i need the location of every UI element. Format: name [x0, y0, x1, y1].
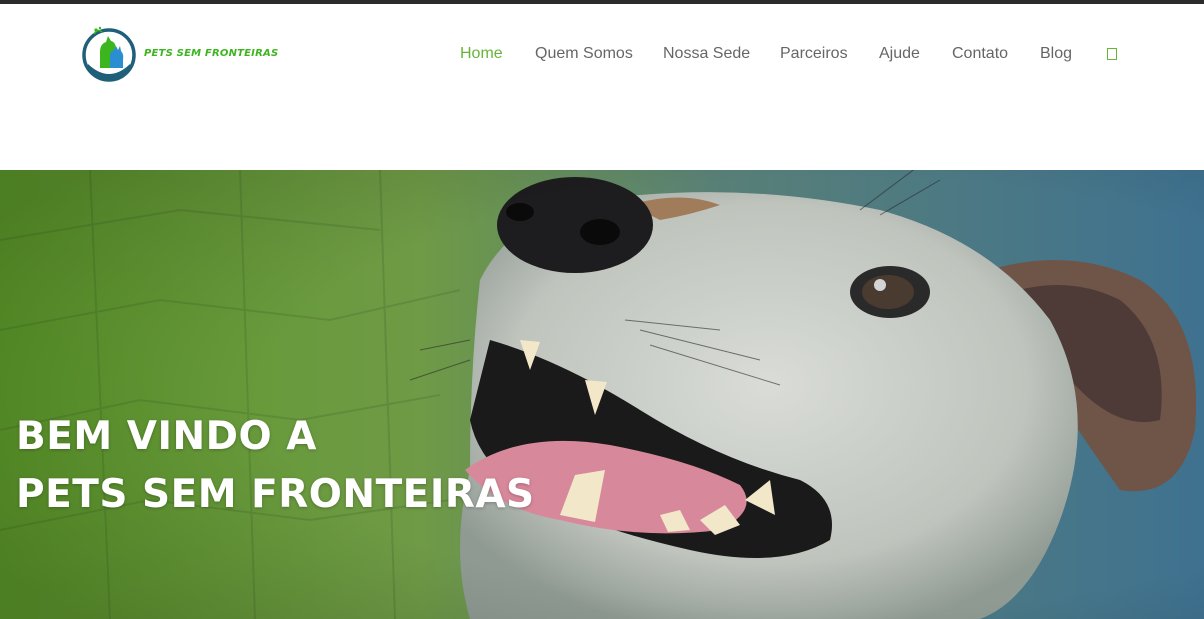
hero-banner: BEM VINDO A PETS SEM FRONTEIRAS	[0, 170, 1204, 619]
nav-contato[interactable]: Contato	[952, 44, 1008, 64]
hero-title: BEM VINDO A PETS SEM FRONTEIRAS	[16, 408, 535, 524]
nav-nossa-sede[interactable]: Nossa Sede	[663, 44, 750, 64]
site-header: PETS SEM FRONTEIRAS Home Quem Somos Noss…	[0, 4, 1204, 170]
main-navigation: Home Quem Somos Nossa Sede Parceiros Aju…	[0, 44, 1204, 66]
nav-blog[interactable]: Blog	[1040, 44, 1072, 64]
nav-home[interactable]: Home	[460, 44, 503, 64]
nav-quem-somos[interactable]: Quem Somos	[535, 44, 633, 64]
nav-parceiros[interactable]: Parceiros	[780, 44, 848, 64]
hero-title-line1: BEM VINDO A	[16, 414, 317, 459]
search-icon[interactable]	[1107, 48, 1117, 60]
smiling-dog-photo	[0, 170, 1204, 619]
nav-ajude[interactable]: Ajude	[879, 44, 920, 64]
hero-title-line2: PETS SEM FRONTEIRAS	[16, 472, 535, 517]
